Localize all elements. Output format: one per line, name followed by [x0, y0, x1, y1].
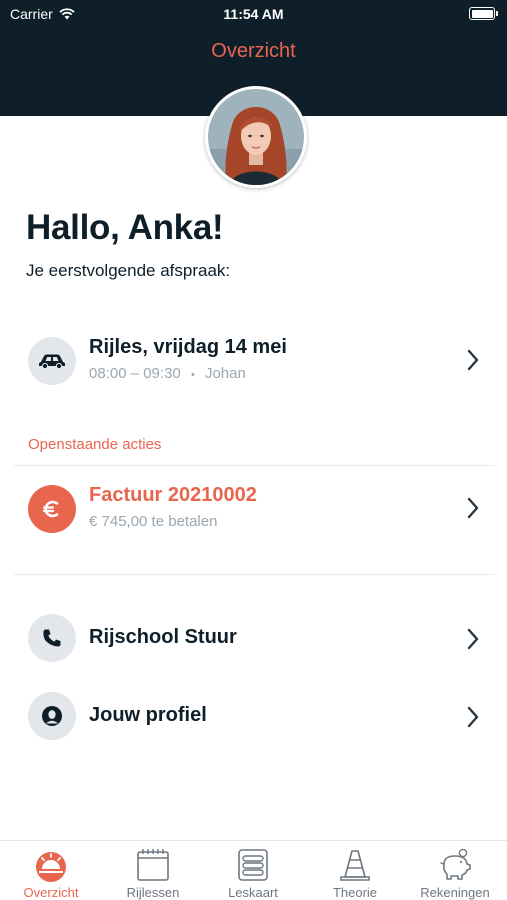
separator-dot: •	[190, 369, 195, 381]
driving-school-row[interactable]: Rijschool Stuur	[0, 614, 507, 664]
invoice-title: Factuur 20210002	[89, 484, 257, 506]
appointment-time: 08:00 – 09:30	[89, 365, 181, 382]
traffic-cone-icon	[340, 850, 370, 881]
divider	[14, 465, 495, 466]
tab-label: Rekeningen	[420, 885, 490, 900]
chevron-right-icon	[467, 706, 479, 728]
clock: 11:54 AM	[223, 6, 284, 22]
appointment-title: Rijles, vrijdag 14 mei	[89, 336, 287, 358]
status-bar: Carrier 11:54 AM	[0, 0, 507, 30]
euro-icon	[28, 485, 76, 533]
battery-icon	[469, 7, 498, 20]
page-title: Overzicht	[211, 40, 296, 62]
piggy-bank-icon	[440, 848, 471, 880]
chevron-right-icon	[467, 497, 479, 519]
avatar[interactable]	[205, 86, 307, 188]
tab-label: Rijlessen	[126, 885, 180, 900]
driving-school-label: Rijschool Stuur	[89, 626, 237, 648]
profile-photo	[208, 89, 304, 185]
tab-rekeningen[interactable]: Rekeningen	[410, 847, 500, 900]
profile-icon	[28, 692, 76, 740]
sunrise-icon	[36, 852, 66, 882]
tab-label: Theorie	[332, 885, 378, 900]
greeting-heading: Hallo, Anka!	[26, 208, 224, 247]
tab-rijlessen[interactable]: Rijlessen	[108, 847, 198, 900]
phone-icon	[28, 614, 76, 662]
invoice-amount: € 745,00 te betalen	[89, 513, 218, 530]
card-icon	[238, 849, 268, 881]
tab-label: Leskaart	[228, 885, 278, 900]
tab-label: Overzicht	[23, 885, 79, 900]
appointment-instructor: Johan	[204, 365, 246, 382]
profile-row[interactable]: Jouw profiel	[0, 692, 507, 742]
profile-label: Jouw profiel	[89, 704, 207, 726]
chevron-right-icon	[467, 628, 479, 650]
divider	[14, 574, 495, 575]
invoice-row[interactable]: Factuur 20210002 € 745,00 te betalen	[0, 482, 507, 536]
appointment-details: 08:00 – 09:30 • Johan	[89, 365, 246, 382]
chevron-right-icon	[467, 349, 479, 371]
car-icon	[28, 337, 76, 385]
calendar-icon	[137, 849, 169, 881]
tab-leskaart[interactable]: Leskaart	[208, 847, 298, 900]
tab-theorie[interactable]: Theorie	[310, 847, 400, 900]
next-appointment-label: Je eerstvolgende afspraak:	[26, 261, 231, 280]
tab-overzicht[interactable]: Overzicht	[6, 847, 96, 900]
appointment-row[interactable]: Rijles, vrijdag 14 mei 08:00 – 09:30 • J…	[0, 334, 507, 388]
tab-bar: Overzicht Rijlessen Leskaart Theorie Rek…	[0, 840, 507, 900]
open-actions-label: Openstaande acties	[28, 436, 162, 453]
